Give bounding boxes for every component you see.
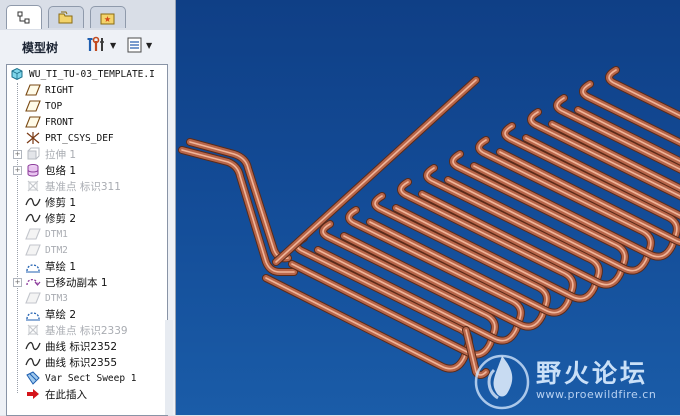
datum-plane-icon (25, 227, 41, 241)
tree-item-dtm3[interactable]: DTM3 (25, 290, 68, 306)
datum-point-icon (25, 323, 41, 337)
model-tree-panel: 模型树 ▼ ▼ WU_TI_TU-03_TEMPLATE.I RIGHT TOP… (0, 0, 176, 416)
expand-toggle[interactable]: + (13, 149, 22, 159)
tree-item-label: FRONT (45, 116, 74, 128)
sweep-icon (25, 371, 41, 385)
tree-item-insert-here[interactable]: 在此插入 (25, 386, 87, 402)
tree-item-label: DTM1 (45, 228, 68, 240)
panel-tab-bar (0, 0, 175, 30)
insert-here-arrow-icon (25, 387, 41, 401)
tree-item-root[interactable]: WU_TI_TU-03_TEMPLATE.I (9, 66, 155, 82)
tree-item-label: DTM3 (45, 292, 68, 304)
wrap-icon (25, 163, 41, 177)
model-tree-header: 模型树 ▼ ▼ (0, 30, 175, 60)
tree-item-top[interactable]: TOP (25, 98, 62, 114)
expand-toggle[interactable]: + (13, 165, 22, 175)
tree-item-label: 草绘 1 (45, 260, 77, 273)
sketch-icon (25, 259, 41, 273)
list-icon (127, 37, 142, 53)
curve-icon (25, 195, 41, 209)
3d-graphics-viewport[interactable]: 野火论坛 www.proewildfire.cn (176, 0, 680, 415)
tree-connector-line (17, 83, 18, 393)
folder-browser-tab-icon (58, 11, 73, 23)
tree-item-label: 曲线 标识2352 (45, 340, 118, 353)
forum-watermark: 野火论坛 www.proewildfire.cn (470, 348, 680, 415)
show-dropdown-button[interactable]: ▼ (126, 36, 152, 54)
tree-item-label: 草绘 2 (45, 308, 77, 321)
panel-splitter[interactable] (165, 320, 173, 415)
tree-item-moved-copy[interactable]: + 已移动副本 1 (13, 274, 108, 290)
panel-title: 模型树 (22, 41, 59, 55)
coordinate-system-icon (25, 131, 41, 145)
tree-item-label: Var Sect Sweep 1 (45, 372, 137, 384)
extrude-icon (25, 147, 41, 161)
datum-plane-icon (25, 115, 41, 129)
tree-item-sketch-2[interactable]: 草绘 2 (25, 306, 76, 322)
tree-item-label: DTM2 (45, 244, 68, 256)
tree-item-sketch-1[interactable]: 草绘 1 (25, 258, 76, 274)
datum-plane-icon (25, 243, 41, 257)
sketch-icon (25, 307, 41, 321)
model-tree-tab-icon (17, 11, 30, 23)
curve-icon (25, 355, 41, 369)
tree-item-dtm2[interactable]: DTM2 (25, 242, 68, 258)
tree-item-right[interactable]: RIGHT (25, 82, 74, 98)
tree-item-dtm1[interactable]: DTM1 (25, 226, 68, 242)
expand-toggle[interactable]: + (13, 277, 22, 287)
curve-icon (25, 211, 41, 225)
chevron-down-icon: ▼ (110, 40, 117, 50)
tree-item-label: 修剪 1 (45, 196, 77, 209)
tree-item-label: 在此插入 (45, 388, 87, 401)
tree-item-wrap[interactable]: + 包络 1 (13, 162, 77, 178)
tree-item-curve-2355[interactable]: 曲线 标识2355 (25, 354, 117, 370)
tab-folder-browser[interactable] (48, 6, 84, 28)
moved-copy-icon (25, 275, 41, 289)
tree-item-datum-point-2339[interactable]: 基准点 标识2339 (25, 322, 128, 338)
tree-item-label: 修剪 2 (45, 212, 77, 225)
datum-plane-icon (25, 99, 41, 113)
datum-point-icon (25, 179, 41, 193)
settings-dropdown-button[interactable]: ▼ (86, 36, 116, 54)
tree-item-csys[interactable]: PRT_CSYS_DEF (25, 130, 114, 146)
datum-plane-icon (25, 83, 41, 97)
tree-item-front[interactable]: FRONT (25, 114, 74, 130)
chevron-down-icon: ▼ (146, 40, 153, 50)
tree-item-trim-1[interactable]: 修剪 1 (25, 194, 76, 210)
tree-item-label: WU_TI_TU-03_TEMPLATE.I (29, 68, 155, 80)
flame-logo-icon (474, 354, 530, 410)
tools-icon (87, 36, 104, 51)
tree-item-label: 已移动副本 1 (45, 276, 108, 289)
tree-item-label: TOP (45, 100, 63, 112)
tree-item-var-sect-sweep[interactable]: Var Sect Sweep 1 (25, 370, 137, 386)
watermark-url: www.proewildfire.cn (536, 388, 657, 401)
tree-item-extrude[interactable]: + 拉伸 1 (13, 146, 77, 162)
tree-item-curve-2352[interactable]: 曲线 标识2352 (25, 338, 117, 354)
datum-plane-icon (25, 291, 41, 305)
curve-icon (25, 339, 41, 353)
tree-item-label: RIGHT (45, 84, 74, 96)
tree-item-label: 包络 1 (45, 164, 77, 177)
tree-item-label: 曲线 标识2355 (45, 356, 118, 369)
tab-favorites[interactable] (90, 6, 126, 28)
tree-item-label: 基准点 标识2339 (45, 324, 128, 337)
model-tree: WU_TI_TU-03_TEMPLATE.I RIGHT TOP FRONT P (6, 64, 168, 416)
tree-item-label: 拉伸 1 (45, 148, 77, 161)
tab-model-tree[interactable] (6, 5, 42, 29)
favorites-tab-icon (100, 13, 115, 24)
tree-item-datum-point-311[interactable]: 基准点 标识311 (25, 178, 121, 194)
watermark-title: 野火论坛 (536, 359, 649, 388)
tree-item-trim-2[interactable]: 修剪 2 (25, 210, 76, 226)
part-icon (9, 67, 25, 81)
tree-item-label: PRT_CSYS_DEF (45, 132, 114, 144)
tree-item-label: 基准点 标识311 (45, 180, 121, 193)
